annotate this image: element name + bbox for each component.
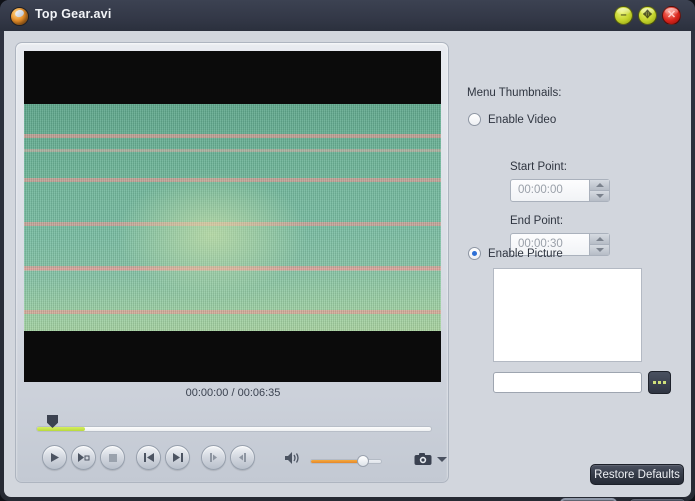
end-point-spin-buttons — [589, 234, 609, 255]
mark-in-icon — [210, 453, 217, 462]
caret-down-icon — [595, 248, 604, 252]
step-frame-button[interactable] — [71, 445, 96, 470]
start-point-value: 00:00:00 — [518, 184, 563, 196]
video-stage[interactable] — [24, 51, 441, 382]
picture-preview[interactable] — [493, 268, 642, 362]
restore-defaults-button[interactable]: Restore Defaults — [590, 464, 684, 485]
play-button[interactable] — [42, 445, 67, 470]
window-title: Top Gear.avi — [35, 7, 112, 21]
minimize-icon: – — [620, 9, 627, 21]
browse-button[interactable] — [648, 371, 671, 394]
speaker-icon[interactable] — [284, 450, 302, 466]
start-point-spin-buttons — [589, 180, 609, 201]
camera-icon[interactable] — [414, 452, 432, 466]
enable-picture-radio[interactable]: Enable Picture — [468, 247, 563, 260]
previous-button[interactable] — [136, 445, 161, 470]
stop-button[interactable] — [100, 445, 125, 470]
start-point-stepper[interactable]: 00:00:00 — [510, 179, 610, 202]
next-button[interactable] — [165, 445, 190, 470]
end-point-increment[interactable] — [589, 234, 609, 245]
mark-out-icon — [239, 453, 246, 462]
enable-video-label: Enable Video — [488, 113, 557, 126]
volume-handle[interactable] — [357, 455, 369, 467]
next-icon — [172, 453, 183, 462]
end-point-decrement[interactable] — [589, 245, 609, 255]
seek-track[interactable] — [36, 426, 432, 432]
step-frame-icon — [78, 453, 90, 462]
application-window: Top Gear.avi – ✥ ✕ 00:00:00 / 00:06:35 M… — [0, 0, 695, 501]
close-icon: ✕ — [666, 9, 677, 21]
title-bar: Top Gear.avi – ✥ ✕ — [0, 0, 695, 31]
caret-down-icon — [595, 194, 604, 198]
settings-panel: Menu Thumbnails: Enable Video Start Poin… — [460, 51, 685, 451]
maximize-button[interactable]: ✥ — [638, 6, 657, 25]
video-highlight — [115, 172, 308, 297]
end-point-label: End Point: — [510, 215, 564, 227]
volume-fill — [311, 460, 363, 463]
time-readout: 00:00:00 / 00:06:35 — [185, 387, 281, 399]
video-frame — [24, 104, 441, 331]
volume-slider[interactable] — [310, 455, 382, 469]
dialog-body: 00:00:00 / 00:06:35 Menu Thumbnails: Ena… — [4, 31, 691, 501]
enable-picture-label: Enable Picture — [488, 247, 563, 260]
ellipsis-icon — [653, 381, 666, 384]
minimize-button[interactable]: – — [614, 6, 633, 25]
play-icon — [51, 453, 59, 462]
caret-up-icon — [595, 237, 604, 241]
stop-icon — [108, 453, 117, 462]
start-point-increment[interactable] — [589, 180, 609, 191]
caret-up-icon — [595, 183, 604, 187]
enable-video-radio[interactable]: Enable Video — [468, 113, 556, 126]
maximize-icon: ✥ — [642, 9, 653, 21]
transport-controls — [16, 441, 450, 483]
mark-in-button[interactable] — [201, 445, 226, 470]
video-player-panel: 00:00:00 / 00:06:35 — [15, 42, 449, 483]
start-point-label: Start Point: — [510, 161, 567, 173]
seek-bar[interactable] — [36, 415, 432, 435]
radio-indicator-picture — [468, 247, 481, 260]
mark-out-button[interactable] — [230, 445, 255, 470]
start-point-decrement[interactable] — [589, 191, 609, 201]
close-window-button[interactable]: ✕ — [662, 6, 681, 25]
disc-icon — [10, 7, 29, 26]
previous-icon — [143, 453, 154, 462]
picture-path-input[interactable] — [493, 372, 642, 393]
radio-indicator-video — [468, 113, 481, 126]
seek-buffer — [37, 427, 85, 431]
menu-thumbnails-label: Menu Thumbnails: — [467, 87, 562, 99]
snapshot-dropdown-caret[interactable] — [437, 457, 447, 462]
